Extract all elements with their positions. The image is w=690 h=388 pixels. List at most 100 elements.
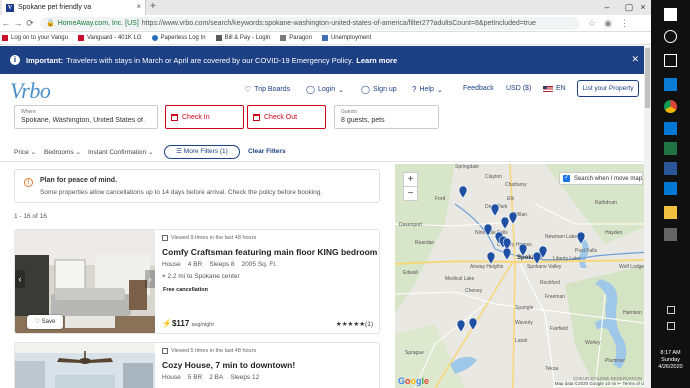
feedback-link[interactable]: Feedback xyxy=(463,85,494,92)
info-icon: i xyxy=(10,55,20,65)
star-rating-icon: ★★★★★ xyxy=(335,321,366,328)
vrbo-logo[interactable]: Vrbo xyxy=(10,78,51,104)
svg-text:Tekoa: Tekoa xyxy=(545,366,559,372)
signup-link[interactable]: ◯ Sign up xyxy=(361,85,397,94)
listing-photo[interactable]: ‹ › ♡ Save xyxy=(15,230,155,333)
vanguard-icon xyxy=(77,35,84,41)
page-scrollbar[interactable] xyxy=(644,46,651,388)
volume-icon[interactable] xyxy=(667,322,675,330)
zoom-out-button[interactable]: − xyxy=(403,186,418,201)
results-count: 1 - 16 of 16 xyxy=(14,213,47,220)
clock[interactable]: 8:17 AM Sunday 4/26/2020 xyxy=(651,350,690,371)
unemployment-icon xyxy=(321,35,328,41)
browser-tab[interactable]: V Spokane pet friendly va × xyxy=(2,0,146,15)
bedrooms-filter[interactable]: Bedrooms ⌄ xyxy=(44,148,81,156)
outlook-icon[interactable] xyxy=(664,182,677,195)
next-photo-icon[interactable]: › xyxy=(145,270,155,288)
app-icon[interactable] xyxy=(664,228,677,241)
zoom-in-button[interactable]: + xyxy=(403,172,418,187)
site-header: Vrbo ♡ Trip Boards ◯ Login ⌄ ◯ Sign up ? Help… xyxy=(0,74,651,104)
where-label: Where xyxy=(21,109,36,115)
instant-confirmation-filter[interactable]: Instant Confirmation ⌄ xyxy=(88,148,153,156)
language-selector[interactable]: EN xyxy=(543,85,566,92)
user-icon: ◯ xyxy=(306,85,315,94)
help-link[interactable]: ? Help ⌄ xyxy=(412,85,443,94)
listing-rating: ★★★★★(1) xyxy=(335,321,373,328)
login-link[interactable]: ◯ Login ⌄ xyxy=(306,85,344,94)
svg-text:Harrison: Harrison xyxy=(623,310,642,316)
banner-close-icon[interactable]: ✕ xyxy=(631,54,639,65)
svg-text:Airway Heights: Airway Heights xyxy=(470,264,504,270)
check-in-field[interactable]: Check In xyxy=(165,105,244,129)
task-view-icon[interactable] xyxy=(664,54,677,67)
svg-text:Edwall: Edwall xyxy=(403,270,418,276)
listing-card[interactable]: ‹ › ♡ Save Viewed 9 times in the last 48… xyxy=(14,229,380,334)
tab-close-icon[interactable]: × xyxy=(136,2,141,11)
url-text: https://www.vrbo.com/search/keywords:spo… xyxy=(141,19,536,27)
search-icon[interactable] xyxy=(664,30,677,43)
listing-card[interactable]: Viewed 5 times in the last 48 hours Cozy… xyxy=(14,342,380,388)
home-icon xyxy=(162,235,168,241)
guests-field[interactable]: Guests 8 guests, pets xyxy=(334,105,439,129)
scrollbar-thumb[interactable] xyxy=(645,48,650,108)
svg-text:Spokane Valley: Spokane Valley xyxy=(527,264,562,270)
svg-text:Plummer: Plummer xyxy=(605,358,625,364)
listing-title[interactable]: Cozy House, 7 min to downtown! xyxy=(162,360,295,370)
bookmark-item[interactable]: Log on to your Vangu xyxy=(2,35,68,41)
results-map[interactable]: Clayton Chattaroy Elk Deer Park Milan Ni… xyxy=(395,164,651,388)
more-filters-button[interactable]: ☰ More Filters (1) xyxy=(164,145,240,159)
listing-title[interactable]: Comfy Craftsman featuring main floor KIN… xyxy=(162,247,379,257)
guests-value: 8 guests, pets xyxy=(341,117,385,124)
calendar-icon xyxy=(171,113,178,121)
edge-icon[interactable] xyxy=(664,78,677,91)
chevron-down-icon: ⌄ xyxy=(75,149,81,156)
check-out-field[interactable]: Check Out xyxy=(247,105,326,129)
chevron-down-icon: ⌄ xyxy=(147,149,154,156)
reload-icon[interactable]: ⟳ xyxy=(24,18,36,29)
prev-photo-icon[interactable]: ‹ xyxy=(15,270,25,288)
extension-icon[interactable]: ◉ xyxy=(604,18,612,29)
us-flag-icon xyxy=(543,85,553,92)
forward-icon[interactable]: → xyxy=(12,18,24,28)
bookmark-item[interactable]: Bill & Pay - Login xyxy=(215,35,270,41)
network-icon[interactable] xyxy=(667,306,675,314)
svg-text:Latah: Latah xyxy=(515,338,528,344)
svg-text:Fairfield: Fairfield xyxy=(550,326,568,332)
price-filter[interactable]: Price ⌄ xyxy=(14,148,36,156)
new-tab-icon[interactable]: + xyxy=(150,1,156,12)
menu-icon[interactable]: ⋮ xyxy=(620,18,629,29)
guests-label: Guests xyxy=(341,109,357,115)
chrome-icon[interactable] xyxy=(664,100,677,113)
bookmark-item[interactable]: Vanguard - 401K LG xyxy=(77,35,142,41)
checkbox-checked-icon: ✓ xyxy=(563,175,570,182)
trip-boards-link[interactable]: ♡ Trip Boards xyxy=(244,85,290,94)
bookmarks-bar: Log on to your Vangu Vanguard - 401K LG … xyxy=(0,32,651,45)
learn-more-link[interactable]: Learn more xyxy=(356,56,397,65)
listing-photo[interactable] xyxy=(15,343,155,388)
word-icon[interactable] xyxy=(664,162,677,175)
clear-filters-link[interactable]: Clear Filters xyxy=(248,148,286,155)
bill-pay-icon xyxy=(215,35,222,41)
back-icon[interactable]: ← xyxy=(0,18,12,28)
windows-start-icon[interactable] xyxy=(664,8,677,21)
minimize-icon[interactable]: – xyxy=(596,0,618,15)
svg-text:Elk: Elk xyxy=(507,196,514,202)
svg-text:Wolf Lodge: Wolf Lodge xyxy=(619,264,644,270)
plan-notice: ! Plan for peace of mind. Some propertie… xyxy=(14,169,380,203)
bookmark-star-icon[interactable]: ☆ xyxy=(588,18,596,29)
list-property-button[interactable]: List your Property xyxy=(577,80,639,97)
save-button[interactable]: ♡ Save xyxy=(27,315,63,329)
url-field[interactable]: 🔒 HomeAway.com, Inc. [US] https://www.vr… xyxy=(40,16,580,30)
search-when-move-checkbox[interactable]: ✓ Search when I move map xyxy=(559,172,643,185)
currency-selector[interactable]: USD ($) xyxy=(506,85,531,92)
where-field[interactable]: Where Spokane, Washington, United States… xyxy=(14,105,158,129)
bookmark-item[interactable]: Paragon xyxy=(280,35,312,41)
file-explorer-icon[interactable] xyxy=(664,206,677,219)
bookmark-item[interactable]: Paperless Log In xyxy=(151,35,206,41)
paragon-icon xyxy=(280,35,287,41)
covid-banner: i Important: Travelers with stays in Mar… xyxy=(0,46,651,74)
excel-icon[interactable] xyxy=(664,142,677,155)
chevron-down-icon: ⌄ xyxy=(30,149,37,156)
bookmark-item[interactable]: Unemployment xyxy=(321,35,371,41)
mail-icon[interactable] xyxy=(664,122,677,135)
